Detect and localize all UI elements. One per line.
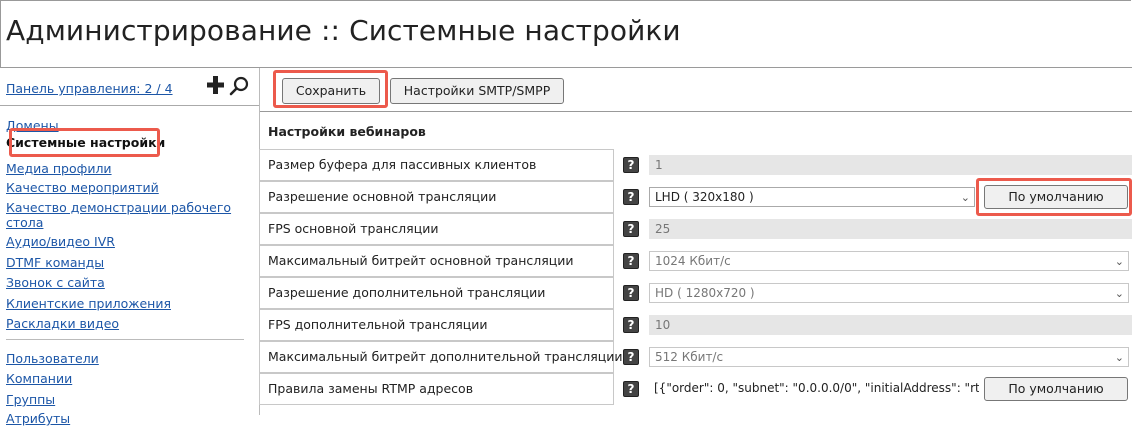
help-icon[interactable]: ?	[623, 285, 639, 301]
chevron-down-icon: ⌄	[1114, 351, 1124, 364]
search-icon[interactable]	[229, 76, 249, 96]
sidebar-item-av-ivr[interactable]: Аудио/видео IVR	[6, 234, 115, 249]
setting-row: FPS дополнительной трансляции ? 10	[259, 309, 1132, 341]
sidebar-item-groups[interactable]: Группы	[6, 392, 55, 407]
sidebar-item-desktop-quality-cont[interactable]: стола	[6, 215, 43, 230]
sidebar-item-event-quality[interactable]: Качество мероприятий	[6, 180, 159, 195]
setting-label: Разрешение основной трансляции	[259, 181, 614, 213]
setting-label: Разрешение дополнительной трансляции	[259, 277, 614, 309]
highlight-default-button	[976, 178, 1132, 216]
setting-label: Правила замены RTMP адресов	[259, 373, 614, 405]
sidebar-item-companies[interactable]: Компании	[6, 371, 72, 386]
sidebar-item-site-call[interactable]: Звонок с сайта	[6, 275, 105, 290]
toolbar-divider	[260, 111, 1132, 112]
section-title: Настройки вебинаров	[268, 124, 426, 139]
setting-row: Разрешение дополнительной трансляции ? H…	[259, 277, 1132, 309]
highlight-system-settings	[9, 128, 160, 157]
sidebar-item-client-apps[interactable]: Клиентские приложения	[6, 296, 171, 311]
bitrate-select[interactable]: 1024 Кбит/с ⌄	[649, 251, 1129, 271]
setting-label: FPS дополнительной трансляции	[259, 309, 614, 341]
default-button[interactable]: По умолчанию	[984, 377, 1128, 401]
sidebar: Панель управления: 2 / 4 Домены Системны…	[0, 68, 259, 426]
setting-row: Правила замены RTMP адресов ? [{"order":…	[259, 373, 1132, 405]
sidebar-item-video-layouts[interactable]: Раскладки видео	[6, 316, 119, 331]
chevron-down-icon: ⌄	[1114, 255, 1124, 268]
select-value: LHD ( 320x180 )	[655, 190, 754, 204]
resolution-select[interactable]: LHD ( 320x180 ) ⌄	[649, 187, 975, 207]
help-icon[interactable]: ?	[623, 189, 639, 205]
chevron-down-icon: ⌄	[1114, 287, 1124, 300]
highlight-save	[273, 70, 388, 108]
page-title: Администрирование :: Системные настройки	[6, 14, 681, 47]
smtp-settings-button[interactable]: Настройки SMTP/SMPP	[390, 78, 564, 104]
chevron-down-icon: ⌄	[960, 191, 970, 204]
setting-label: FPS основной трансляции	[259, 213, 614, 245]
plus-icon[interactable]	[205, 74, 227, 96]
select-value: 1024 Кбит/с	[655, 254, 731, 268]
setting-row: Размер буфера для пассивных клиентов ? 1	[259, 149, 1132, 181]
sidebar-item-users[interactable]: Пользователи	[6, 351, 99, 366]
setting-value-readonly: 1	[649, 155, 1132, 175]
sidebar-item-dtmf[interactable]: DTMF команды	[6, 255, 104, 270]
setting-row: Максимальный битрейт дополнительной тран…	[259, 341, 1132, 373]
select-value: HD ( 1280x720 )	[655, 286, 755, 300]
sidebar-item-media-profiles[interactable]: Медиа профили	[6, 161, 112, 176]
sidebar-divider	[0, 105, 259, 106]
secondary-resolution-select[interactable]: HD ( 1280x720 ) ⌄	[649, 283, 1129, 303]
setting-label: Размер буфера для пассивных клиентов	[259, 149, 614, 181]
help-icon[interactable]: ?	[623, 157, 639, 173]
sidebar-item-desktop-quality[interactable]: Качество демонстрации рабочего	[6, 200, 231, 215]
sidebar-item-attributes[interactable]: Атрибуты	[6, 411, 70, 426]
setting-value-readonly: 10	[649, 315, 1132, 335]
help-icon[interactable]: ?	[623, 221, 639, 237]
setting-row: Максимальный битрейт основной трансляции…	[259, 245, 1132, 277]
select-value: 512 Кбит/с	[655, 350, 724, 364]
setting-row: FPS основной трансляции ? 25	[259, 213, 1132, 245]
help-icon[interactable]: ?	[623, 253, 639, 269]
help-icon[interactable]: ?	[623, 349, 639, 365]
rtmp-rules-input[interactable]: [{"order": 0, "subnet": "0.0.0.0/0", "in…	[649, 379, 979, 399]
panel-link[interactable]: Панель управления: 2 / 4	[6, 81, 173, 96]
setting-label: Максимальный битрейт дополнительной тран…	[259, 341, 623, 373]
setting-label: Максимальный битрейт основной трансляции	[259, 245, 614, 277]
sidebar-group-divider	[6, 339, 244, 340]
secondary-bitrate-select[interactable]: 512 Кбит/с ⌄	[649, 347, 1129, 367]
setting-value-readonly: 25	[649, 219, 1132, 239]
help-icon[interactable]: ?	[623, 317, 639, 333]
help-icon[interactable]: ?	[623, 381, 639, 397]
